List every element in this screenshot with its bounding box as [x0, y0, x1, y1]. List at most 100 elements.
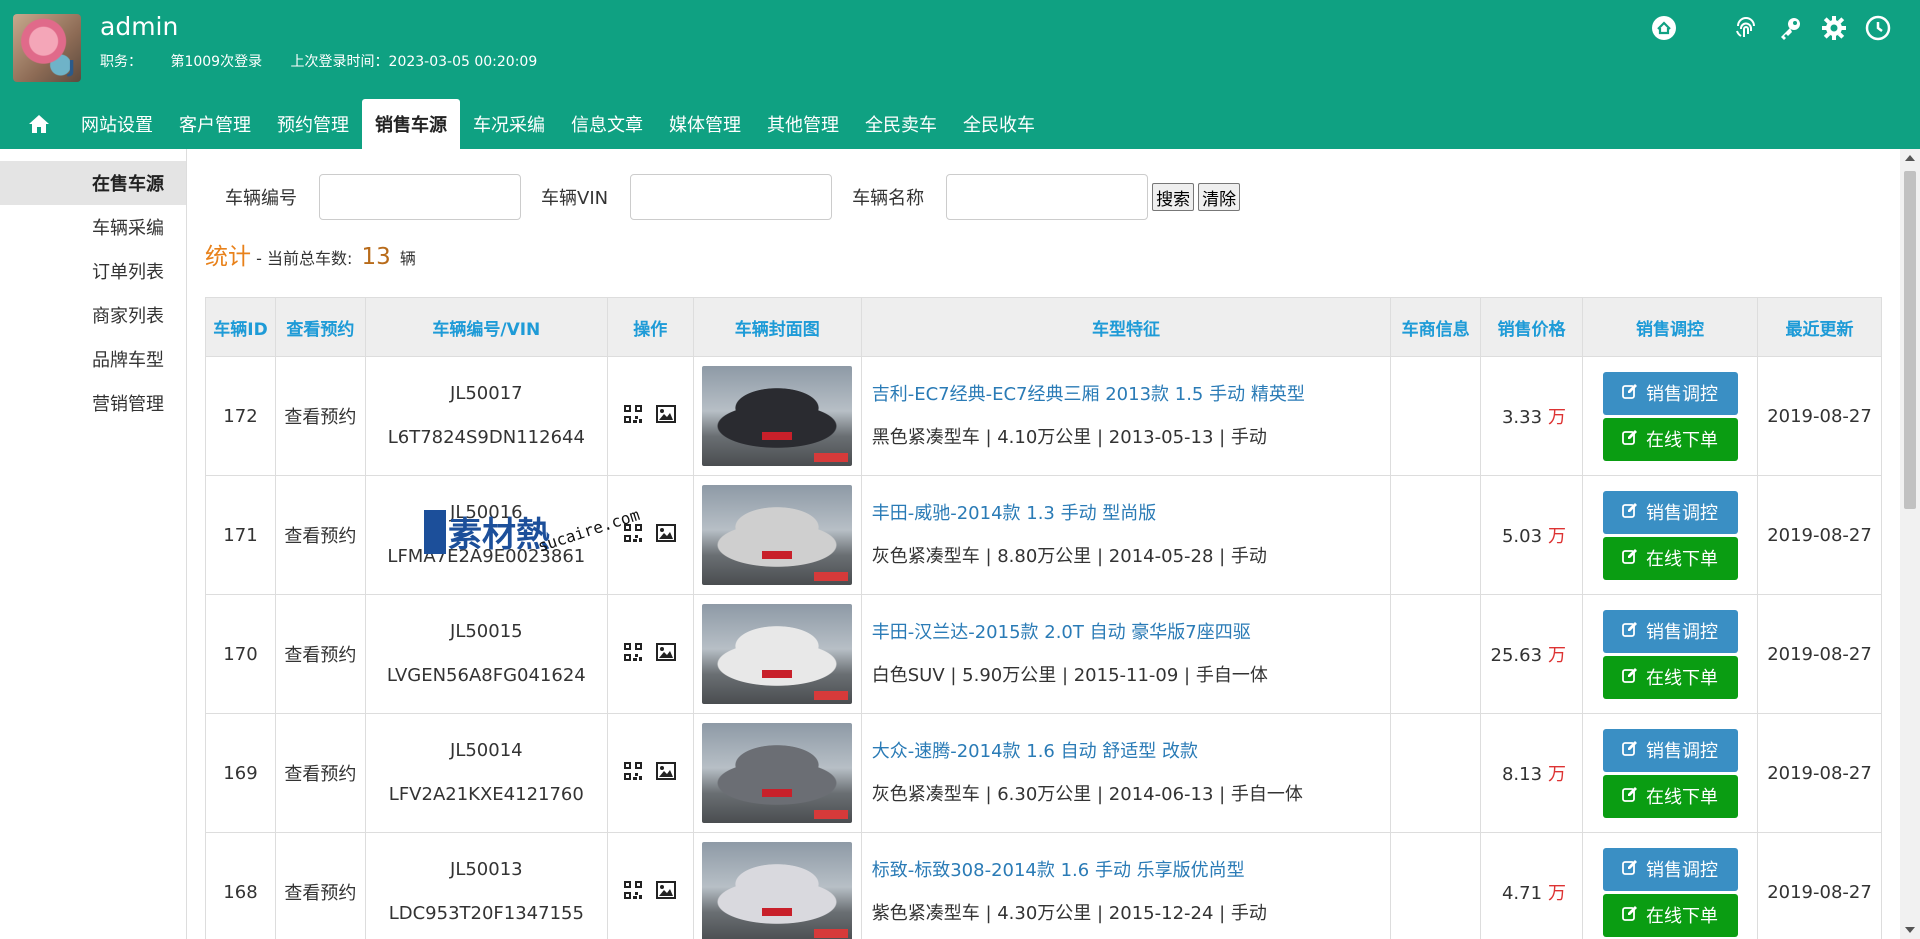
price-unit: 万 [1548, 645, 1567, 666]
sidebar: 在售车源 车辆采编 订单列表 商家列表 品牌车型 营销管理 [0, 149, 187, 939]
fingerprint-icon[interactable] [1732, 14, 1760, 42]
vehicle-cover-image[interactable] [702, 723, 853, 823]
col-last-updated[interactable]: 最近更新 [1757, 297, 1882, 357]
code-vin-cell: JL50017 L6T7824S9DN112644 [364, 356, 608, 476]
nav-sales-vehicles[interactable]: 销售车源 [362, 99, 460, 149]
nav-buy-car[interactable]: 全民收车 [950, 99, 1048, 149]
home-icon[interactable] [1650, 14, 1678, 42]
online-order-button[interactable]: 在线下单 [1602, 655, 1738, 699]
admin-name: admin [100, 12, 179, 41]
stats-text: - 当前总车数: [256, 249, 353, 268]
sale-price-cell: 8.13 万 [1480, 713, 1584, 833]
col-sales-control[interactable]: 销售调控 [1582, 297, 1758, 357]
key-icon[interactable] [1776, 14, 1804, 42]
vehicle-title-link[interactable]: 吉利-EC7经典-EC7经典三厢 2013款 1.5 手动 精英型 [872, 373, 1390, 416]
vehicle-code-input[interactable] [319, 174, 521, 220]
nav-sell-car[interactable]: 全民卖车 [852, 99, 950, 149]
col-view-booking[interactable]: 查看预约 [274, 297, 366, 357]
vehicle-name-input[interactable] [946, 174, 1149, 220]
sales-control-button[interactable]: 销售调控 [1602, 847, 1738, 891]
view-booking-link[interactable]: 查看预约 [274, 832, 366, 939]
vehicle-cover-image[interactable] [702, 842, 853, 939]
vehicle-cover-image[interactable] [702, 485, 853, 585]
col-model-features[interactable]: 车型特征 [860, 297, 1392, 357]
online-order-button[interactable]: 在线下单 [1602, 417, 1738, 461]
view-booking-link[interactable]: 查看预约 [274, 356, 366, 476]
login-meta: 职务： 第1009次登录 上次登录时间：2023-03-05 00:20:09 [100, 51, 561, 71]
sidebar-item-vehicle-editing[interactable]: 车辆采编 [0, 205, 186, 249]
col-cover-image[interactable]: 车辆封面图 [692, 297, 862, 357]
top-icons [1650, 14, 1892, 42]
sales-control-button[interactable]: 销售调控 [1602, 490, 1738, 534]
vertical-scrollbar[interactable] [1900, 149, 1920, 939]
qrcode-icon[interactable] [624, 880, 643, 904]
avatar[interactable]: J [13, 14, 81, 82]
clear-button[interactable]: 清除 [1198, 183, 1241, 211]
view-booking-link[interactable]: 查看预约 [274, 713, 366, 833]
online-order-label: 在线下单 [1646, 787, 1719, 808]
nav-customer-management[interactable]: 客户管理 [166, 99, 264, 149]
sales-control-button[interactable]: 销售调控 [1602, 728, 1738, 772]
sidebar-item-on-sale[interactable]: 在售车源 [0, 161, 186, 205]
col-sale-price[interactable]: 销售价格 [1480, 297, 1584, 357]
online-order-button[interactable]: 在线下单 [1602, 893, 1738, 937]
features-cell: 标致-标致308-2014款 1.6 手动 乐享版优尚型 紫色紧凑型车 | 4.3… [860, 832, 1392, 939]
nav-articles[interactable]: 信息文章 [558, 99, 656, 149]
view-booking-link[interactable]: 查看预约 [274, 594, 366, 714]
sidebar-item-brand-models[interactable]: 品牌车型 [0, 337, 186, 381]
nav-booking-management[interactable]: 预约管理 [264, 99, 362, 149]
actions-cell [606, 832, 694, 939]
sidebar-item-order-list[interactable]: 订单列表 [0, 249, 186, 293]
price-unit: 万 [1548, 883, 1567, 904]
vehicle-title-link[interactable]: 大众-速腾-2014款 1.6 自动 舒适型 改款 [872, 730, 1390, 773]
qrcode-icon[interactable] [624, 642, 643, 666]
image-icon[interactable] [656, 523, 677, 547]
online-order-button[interactable]: 在线下单 [1602, 774, 1738, 818]
nav-website-settings[interactable]: 网站设置 [68, 99, 166, 149]
sale-price-cell: 25.63 万 [1480, 594, 1584, 714]
image-icon[interactable] [656, 404, 677, 428]
sidebar-item-marketing[interactable]: 营销管理 [0, 381, 186, 425]
col-vehicle-id[interactable]: 车辆ID [205, 297, 276, 357]
top-header: J admin 职务： 第1009次登录 上次登录时间：2023-03-05 0… [0, 0, 1920, 149]
vehicle-cover-image[interactable] [702, 604, 853, 704]
nav-media-management[interactable]: 媒体管理 [656, 99, 754, 149]
nav-other-management[interactable]: 其他管理 [754, 99, 852, 149]
search-button[interactable]: 搜索 [1152, 183, 1195, 211]
edit-icon [1622, 383, 1646, 404]
qrcode-icon[interactable] [624, 404, 643, 428]
table-row: 169 查看预约 JL50014 LFV2A21KXE4121760 大众-速腾-201… [205, 713, 1882, 833]
vehicle-title-link[interactable]: 丰田-威驰-2014款 1.3 手动 型尚版 [872, 492, 1390, 535]
scroll-down-arrow[interactable] [1905, 927, 1915, 933]
sales-control-button[interactable]: 销售调控 [1602, 371, 1738, 415]
features-cell: 吉利-EC7经典-EC7经典三厢 2013款 1.5 手动 精英型 黑色紧凑型车 … [860, 356, 1392, 476]
gear-icon[interactable] [1820, 14, 1848, 42]
qrcode-icon[interactable] [624, 761, 643, 785]
sidebar-item-dealer-list[interactable]: 商家列表 [0, 293, 186, 337]
nav-vehicle-inspection[interactable]: 车况采编 [460, 99, 558, 149]
col-actions[interactable]: 操作 [606, 297, 694, 357]
vehicle-vin-input[interactable] [630, 174, 833, 220]
sales-control-label: 销售调控 [1646, 384, 1719, 405]
scroll-thumb[interactable] [1904, 171, 1916, 509]
image-icon[interactable] [656, 642, 677, 666]
vehicle-title-link[interactable]: 丰田-汉兰达-2015款 2.0T 自动 豪华版7座四驱 [872, 611, 1390, 654]
sales-control-button[interactable]: 销售调控 [1602, 609, 1738, 653]
dealer-info [1390, 356, 1482, 476]
sales-control-cell: 销售调控 在线下单 [1582, 594, 1758, 714]
col-dealer-info[interactable]: 车商信息 [1390, 297, 1482, 357]
vehicle-cover-image[interactable] [702, 366, 853, 466]
clock-icon[interactable] [1864, 14, 1892, 42]
edit-icon [1622, 548, 1646, 569]
sales-control-label: 销售调控 [1646, 503, 1719, 524]
col-code-vin[interactable]: 车辆编号/VIN [364, 297, 608, 357]
qrcode-icon[interactable] [624, 523, 643, 547]
dealer-info [1390, 594, 1482, 714]
image-icon[interactable] [656, 880, 677, 904]
nav-home[interactable] [20, 99, 68, 149]
image-icon[interactable] [656, 761, 677, 785]
online-order-button[interactable]: 在线下单 [1602, 536, 1738, 580]
scroll-up-arrow[interactable] [1905, 155, 1915, 161]
vehicle-title-link[interactable]: 标致-标致308-2014款 1.6 手动 乐享版优尚型 [872, 849, 1390, 892]
view-booking-link[interactable]: 查看预约 [274, 475, 366, 595]
